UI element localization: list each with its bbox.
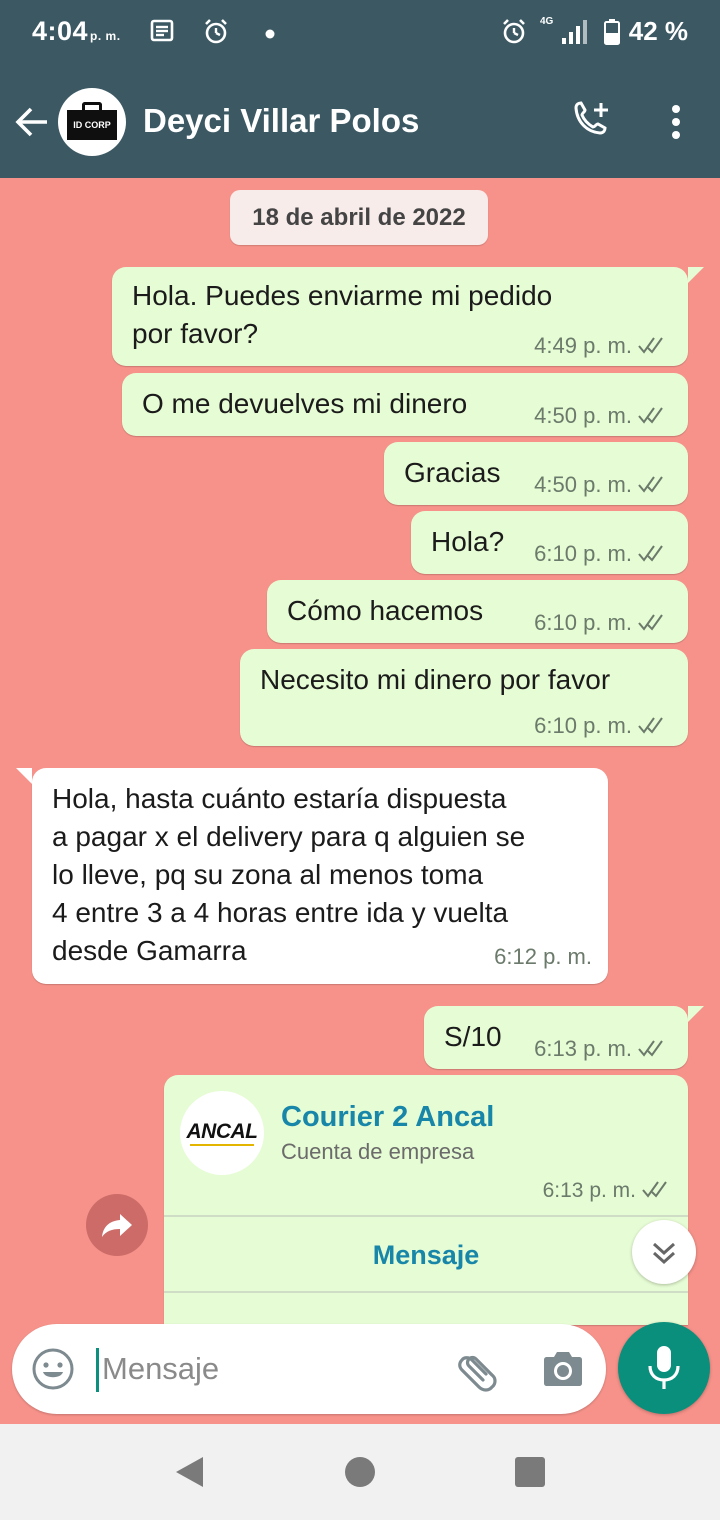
message-text: S/10	[444, 1021, 502, 1052]
forward-button[interactable]	[86, 1194, 148, 1256]
text-caret	[96, 1348, 99, 1392]
business-name[interactable]: Courier 2 Ancal	[281, 1101, 494, 1134]
card-meta: 6:13 p. m.	[543, 1179, 674, 1203]
message-meta: 6:10 p. m.	[534, 713, 670, 739]
message-bubble-outgoing[interactable]: Gracias 4:50 p. m.	[384, 442, 688, 505]
news-notification-icon	[150, 19, 174, 42]
message-composer	[12, 1324, 606, 1414]
avatar-logo-text: ID CORP	[67, 110, 117, 140]
message-meta: 4:49 p. m.	[534, 333, 670, 359]
dot-notification-icon	[265, 29, 275, 39]
bubble-tail	[688, 267, 704, 283]
double-chevron-down-icon	[652, 1242, 676, 1265]
message-text: Hola?	[431, 526, 505, 557]
attach-icon[interactable]	[452, 1344, 502, 1394]
nav-recents-icon[interactable]	[515, 1457, 545, 1487]
double-check-icon	[638, 614, 663, 631]
chat-area[interactable]: 18 de abril de 2022 Hola. Puedes enviarm…	[0, 178, 720, 1424]
message-text: O me devuelves mi dinero	[142, 388, 468, 419]
microphone-icon	[648, 1346, 680, 1389]
message-time: 6:12 p. m.	[494, 944, 592, 969]
scroll-to-bottom-button[interactable]	[632, 1220, 696, 1284]
message-text-line: 4 entre 3 a 4 horas entre ida y vuelta	[52, 897, 509, 928]
message-text: Hola. Puedes enviarme mi pedido por favo…	[132, 277, 552, 353]
message-input[interactable]	[102, 1342, 432, 1396]
nav-home-icon[interactable]	[345, 1457, 375, 1487]
business-logo: ANCAL	[180, 1091, 264, 1175]
message-bubble-outgoing[interactable]: Cómo hacemos 6:10 p. m.	[267, 580, 688, 643]
message-bubble-outgoing[interactable]: S/10 6:13 p. m.	[424, 1006, 688, 1069]
message-text-line: desde Gamarra	[52, 935, 247, 966]
bubble-tail	[688, 1006, 704, 1022]
business-contact-card[interactable]: ANCAL Courier 2 Ancal Cuenta de empresa …	[164, 1075, 688, 1325]
alarm-notification-icon	[205, 19, 227, 44]
message-bubble-outgoing[interactable]: Hola? 6:10 p. m.	[411, 511, 688, 574]
business-subtitle: Cuenta de empresa	[281, 1139, 475, 1164]
message-meta: 6:10 p. m.	[534, 610, 670, 636]
emoji-icon[interactable]	[30, 1346, 76, 1392]
status-time-value: 4:04	[32, 16, 89, 46]
network-type-label: 4G	[540, 16, 554, 27]
signal-icon	[562, 20, 587, 44]
system-navigation-bar	[0, 1424, 720, 1520]
message-text-line: por favor?	[132, 318, 259, 349]
message-time: 4:49 p. m.	[534, 333, 632, 358]
message-meta: 4:50 p. m.	[534, 403, 670, 429]
message-business-button[interactable]: Mensaje	[164, 1217, 688, 1293]
contact-name[interactable]: Deyci Villar Polos	[143, 102, 419, 140]
message-meta: 6:10 p. m.	[534, 541, 670, 567]
double-check-icon	[638, 407, 663, 424]
more-vert-icon[interactable]	[660, 102, 692, 142]
message-text: Necesito mi dinero por favor	[260, 664, 611, 695]
add-call-icon[interactable]	[570, 100, 614, 144]
message-time: 6:13 p. m.	[534, 1036, 632, 1061]
message-text: Gracias	[404, 457, 501, 488]
camera-icon[interactable]	[540, 1348, 586, 1390]
message-time: 4:50 p. m.	[534, 403, 632, 428]
double-check-icon	[638, 476, 663, 493]
double-check-icon	[638, 717, 663, 734]
contact-avatar[interactable]: ID CORP	[58, 88, 126, 156]
bubble-tail	[16, 768, 32, 784]
message-time: 6:10 p. m.	[534, 610, 632, 635]
date-chip: 18 de abril de 2022	[230, 190, 488, 245]
double-check-icon	[638, 337, 663, 354]
battery-icon	[604, 19, 620, 45]
double-check-icon	[638, 1040, 663, 1057]
nav-back-icon[interactable]	[172, 1454, 206, 1490]
card-time: 6:13 p. m.	[542, 1179, 636, 1202]
message-text: Cómo hacemos	[287, 595, 484, 626]
double-check-icon	[642, 1181, 667, 1198]
message-text-line: lo lleve, pq su zona al menos toma	[52, 859, 484, 890]
message-meta: 6:13 p. m.	[534, 1036, 670, 1062]
status-bar: 4:04 p. m. 4G 42 %	[0, 0, 720, 70]
business-logo-underline	[190, 1144, 254, 1146]
alarm-status-icon	[503, 19, 525, 44]
message-time: 6:10 p. m.	[534, 713, 632, 738]
back-arrow-icon[interactable]	[14, 104, 50, 140]
forward-icon	[102, 1214, 132, 1237]
voice-message-button[interactable]	[618, 1322, 710, 1414]
double-check-icon	[638, 545, 663, 562]
message-text: Hola, hasta cuánto estaría dispuesta a p…	[52, 780, 525, 970]
message-time: 6:10 p. m.	[534, 541, 632, 566]
divider	[164, 1291, 688, 1293]
message-text-line: Hola. Puedes enviarme mi pedido	[132, 280, 553, 311]
status-time: 4:04 p. m.	[32, 16, 121, 47]
message-bubble-outgoing[interactable]: Necesito mi dinero por favor 6:10 p. m.	[240, 649, 688, 746]
message-text-line: a pagar x el delivery para q alguien se	[52, 821, 526, 852]
message-bubble-incoming[interactable]: Hola, hasta cuánto estaría dispuesta a p…	[32, 768, 608, 984]
message-bubble-outgoing[interactable]: O me devuelves mi dinero 4:50 p. m.	[122, 373, 688, 436]
business-logo-text: ANCAL	[186, 1120, 259, 1143]
message-time: 4:50 p. m.	[534, 472, 632, 497]
message-text-line: Hola, hasta cuánto estaría dispuesta	[52, 783, 507, 814]
status-time-ampm: p. m.	[90, 29, 121, 43]
message-bubble-outgoing[interactable]: Hola. Puedes enviarme mi pedido por favo…	[112, 267, 688, 366]
battery-percent: 42 %	[628, 16, 688, 46]
chat-header: ID CORP Deyci Villar Polos	[0, 70, 720, 178]
message-meta: 4:50 p. m.	[534, 472, 670, 498]
top-bar: 4:04 p. m. 4G 42 % ID CORP Deyci Villar …	[0, 0, 720, 178]
